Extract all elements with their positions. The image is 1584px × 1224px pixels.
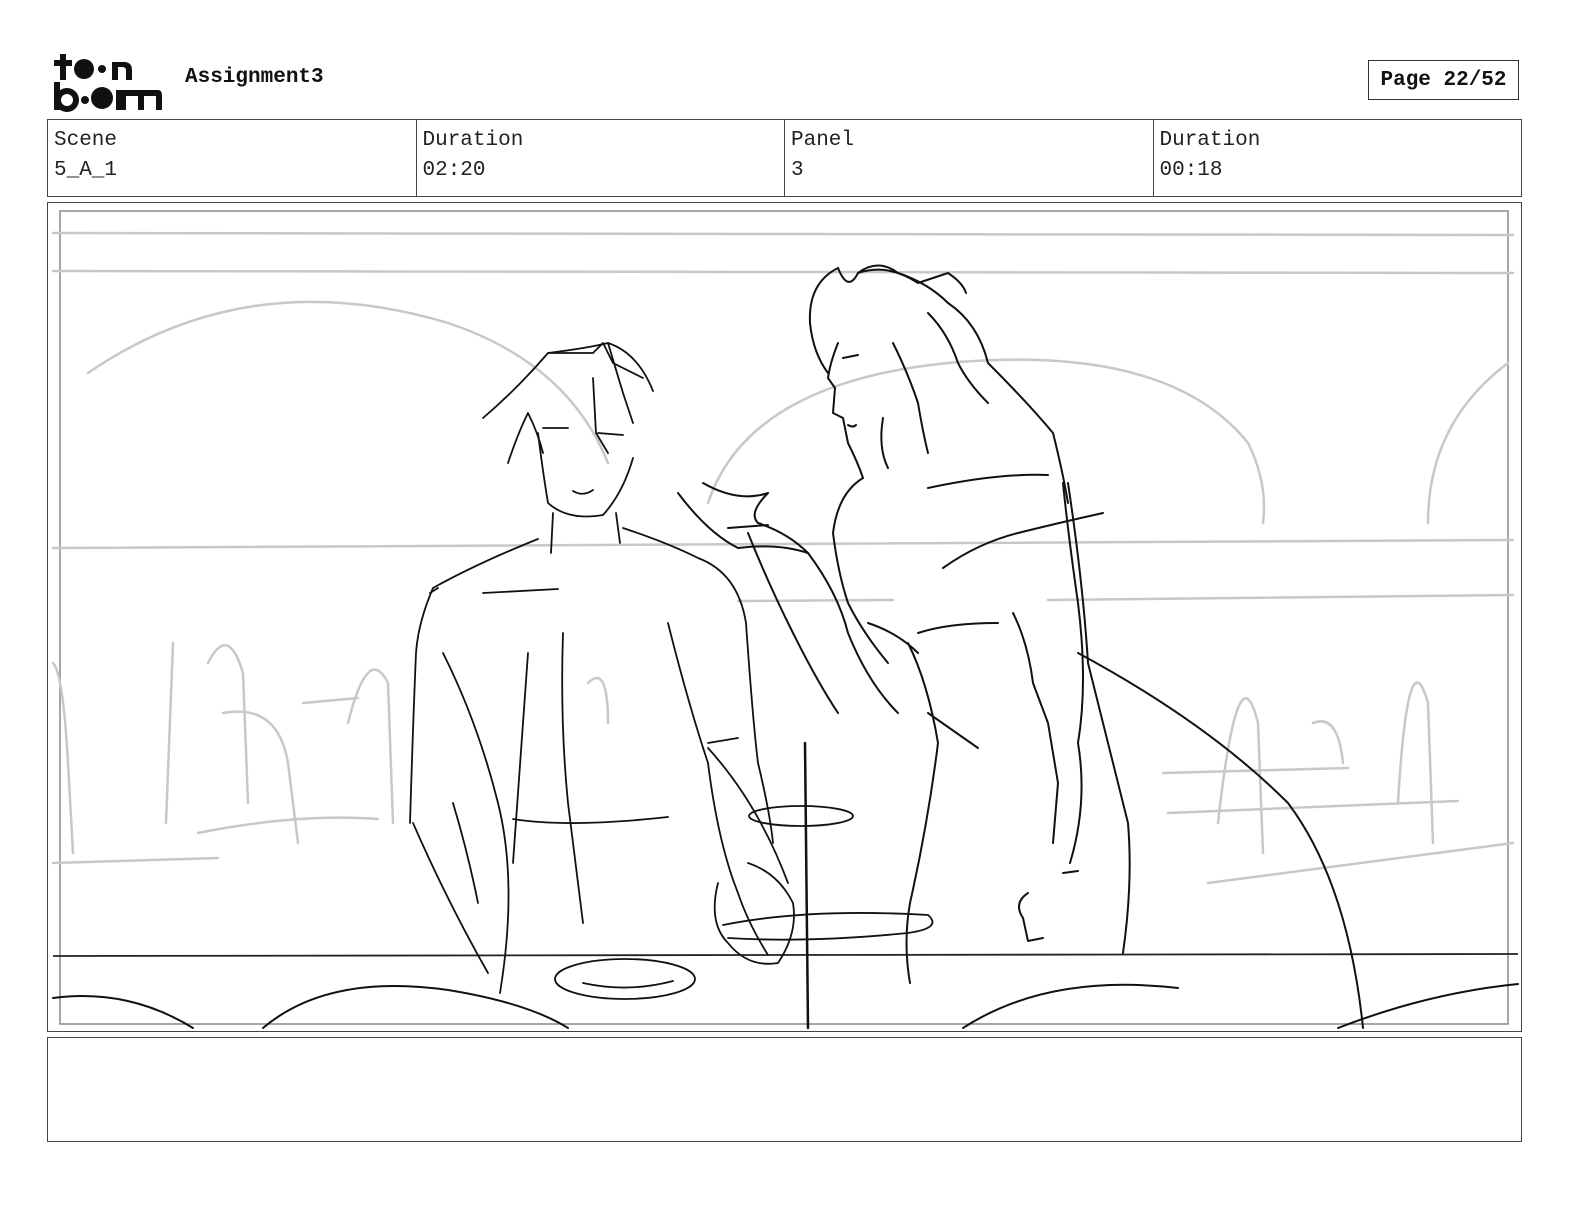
scene-duration-cell: Duration 02:20 — [417, 120, 785, 196]
table-props — [554, 741, 934, 1030]
man-sketch — [409, 342, 795, 994]
panel-duration-label: Duration — [1159, 129, 1261, 152]
project-title: Assignment3 — [185, 66, 324, 89]
scene-cell: Scene 5_A_1 — [48, 120, 417, 196]
toon-boom-logo — [54, 54, 162, 112]
storyboard-panel — [47, 202, 1522, 1032]
panel-value: 3 — [791, 159, 804, 182]
panel-label: Panel — [791, 129, 855, 152]
safe-area-frame — [59, 210, 1509, 1025]
scene-value: 5_A_1 — [54, 159, 118, 182]
scene-duration-label: Duration — [422, 129, 524, 152]
panel-cell: Panel 3 — [785, 120, 1154, 196]
panel-duration-value: 00:18 — [1159, 159, 1223, 182]
foreground-tables — [52, 983, 1519, 1029]
scene-info-bar: Scene 5_A_1 Duration 02:20 Panel 3 Durat… — [47, 119, 1522, 197]
background-sketch — [51, 231, 1515, 885]
scene-duration-value: 02:20 — [422, 159, 486, 182]
scene-label: Scene — [54, 129, 118, 152]
woman-sketch — [677, 264, 1364, 1029]
table-edge-line — [52, 953, 1519, 957]
panel-sketch — [51, 210, 1519, 1030]
panel-notes-box — [47, 1037, 1522, 1142]
panel-duration-cell: Duration 00:18 — [1154, 120, 1522, 196]
page-number: Page 22/52 — [1368, 60, 1519, 100]
